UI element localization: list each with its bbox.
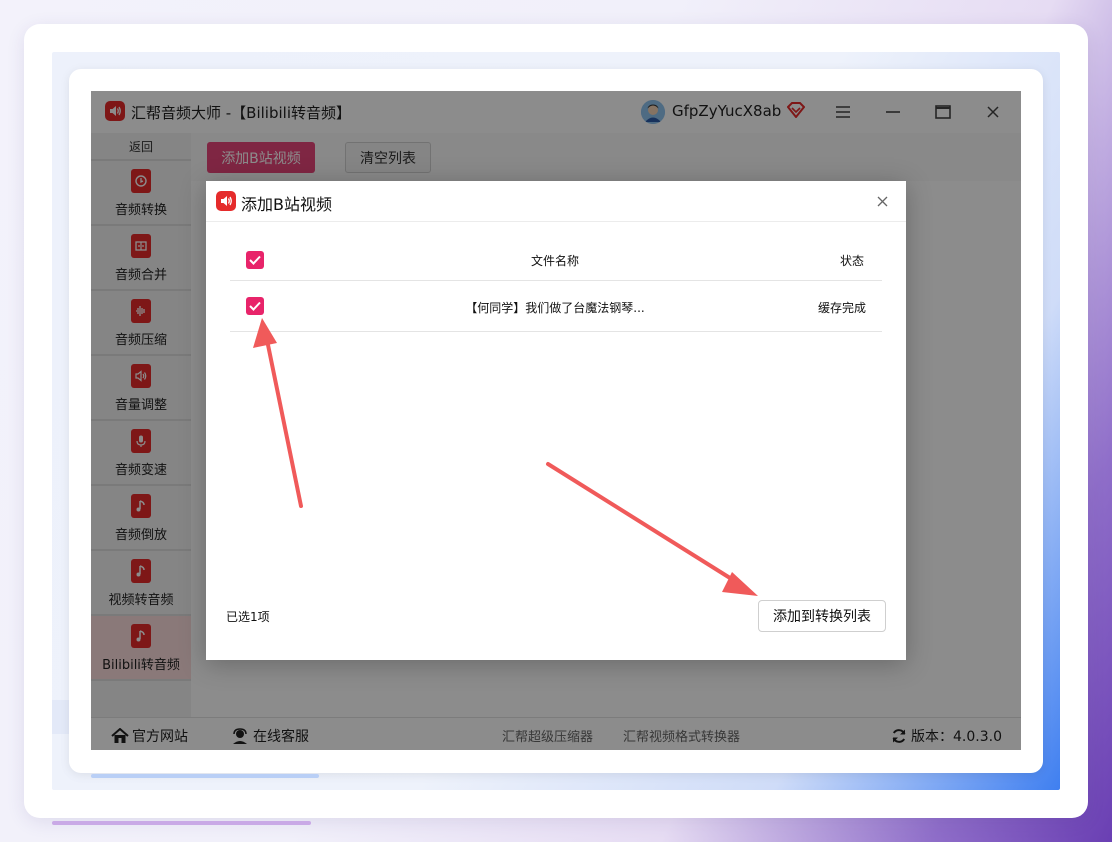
column-header-name: 文件名称 [530,254,579,268]
table-header: 文件名称 状态 [230,240,882,281]
file-name: 【何同学】我们做了台魔法钢琴... [465,301,645,315]
selected-count: 已选1项 [226,610,270,624]
add-to-convert-list-button[interactable]: 添加到转换列表 [758,600,886,632]
add-bilibili-video-dialog: 添加B站视频 文件名称 状态 【何同学】我们做了台魔法钢琴... 缓存完成 已选… [206,181,906,660]
dialog-title: 添加B站视频 [241,195,332,214]
check-icon [249,301,261,311]
check-icon [249,255,261,265]
decorative-line [52,821,311,825]
video-table: 文件名称 状态 【何同学】我们做了台魔法钢琴... 缓存完成 [230,240,882,332]
row-checkbox[interactable] [246,297,264,315]
table-row[interactable]: 【何同学】我们做了台魔法钢琴... 缓存完成 [230,281,882,332]
decorative-line [91,774,319,778]
select-all-checkbox[interactable] [246,251,264,269]
speaker-logo-icon [216,191,236,211]
column-header-status: 状态 [839,254,864,268]
close-icon[interactable] [872,191,892,211]
dialog-header: 添加B站视频 [206,181,906,222]
status-text: 缓存完成 [817,301,866,315]
